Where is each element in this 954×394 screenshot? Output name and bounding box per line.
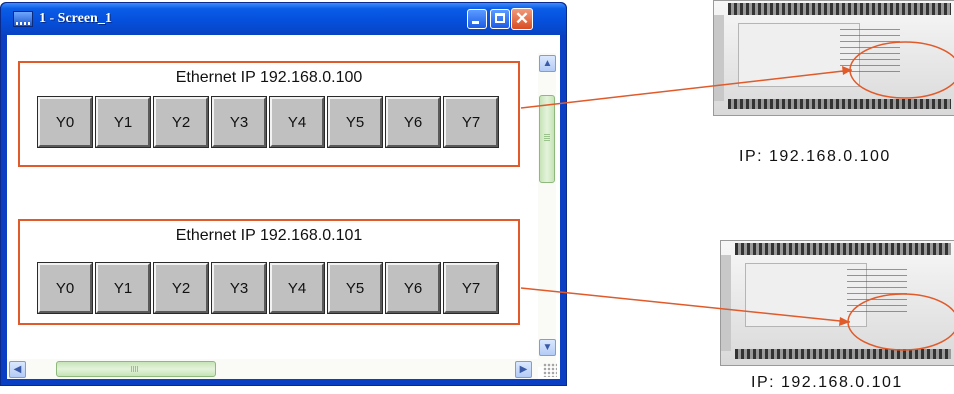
connector-line-101	[520, 287, 851, 323]
highlight-ellipse-100	[849, 41, 954, 99]
connector-overlay	[520, 41, 954, 351]
connector-line-100	[520, 69, 853, 109]
highlight-ellipse-101	[847, 293, 954, 351]
